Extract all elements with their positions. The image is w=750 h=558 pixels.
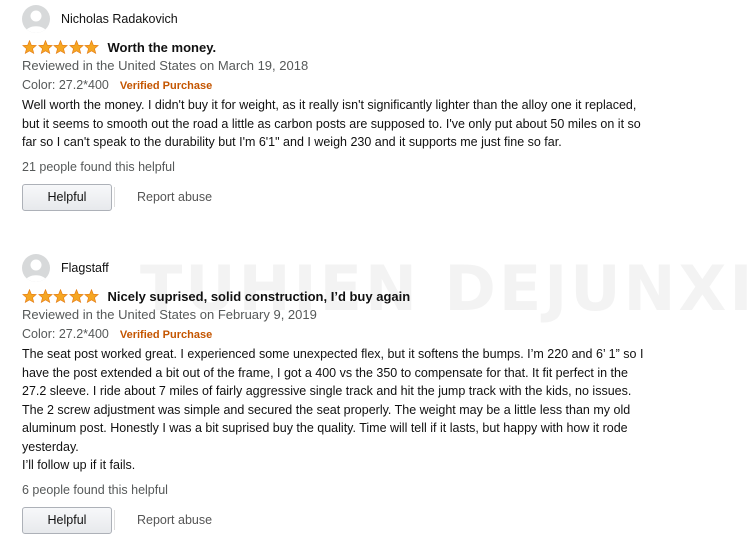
review-card: Flagstaff Nicely suprised, solid constru… [22, 253, 722, 534]
action-divider [114, 510, 115, 530]
product-format: Color: 27.2*400 [22, 327, 109, 341]
star-icon [22, 40, 37, 54]
product-format-row: Color: 27.2*400 Verified Purchase [22, 75, 722, 95]
star-icon [37, 289, 53, 303]
review-body: The seat post worked great. I experience… [22, 345, 647, 475]
star-icon [37, 40, 53, 54]
star-icon [68, 40, 84, 54]
helpful-button[interactable]: Helpful [22, 506, 112, 534]
reviewer-name: Flagstaff [61, 261, 109, 275]
helpful-count: 21 people found this helpful [22, 159, 175, 174]
review-date: Reviewed in the United States on Februar… [22, 307, 317, 322]
reviewer-profile[interactable]: Flagstaff [22, 253, 722, 283]
report-abuse-link[interactable]: Report abuse [137, 190, 212, 204]
review-headline[interactable]: Worth the money. [108, 40, 217, 55]
star-rating[interactable] [22, 289, 100, 303]
review-date: Reviewed in the United States on March 1… [22, 58, 309, 73]
star-icon [22, 289, 37, 303]
helpful-count: 6 people found this helpful [22, 482, 168, 497]
user-avatar-icon [25, 10, 47, 33]
verified-purchase-badge: Verified Purchase [119, 80, 213, 92]
helpful-button[interactable]: Helpful [22, 183, 112, 211]
reviewer-name: Nicholas Radakovich [61, 12, 178, 26]
reviewer-profile[interactable]: Nicholas Radakovich [22, 4, 722, 34]
review-paragraph: Well worth the money. I didn't buy it fo… [22, 98, 641, 149]
action-divider [114, 187, 115, 207]
report-abuse-link[interactable]: Report abuse [137, 513, 212, 527]
product-format: Color: 27.2*400 [22, 78, 109, 92]
verified-purchase-badge: Verified Purchase [119, 329, 213, 341]
avatar [22, 254, 50, 282]
review-headline[interactable]: Nicely suprised, solid construction, I’d… [108, 289, 411, 304]
star-icon [84, 40, 99, 54]
product-format-row: Color: 27.2*400 Verified Purchase [22, 324, 722, 344]
review-card: Nicholas Radakovich Worth the money. Rev… [22, 4, 722, 211]
star-icon [84, 289, 99, 303]
star-icon [53, 289, 68, 303]
review-paragraph: The seat post worked great. I experience… [22, 347, 644, 454]
user-avatar-icon [25, 259, 47, 282]
star-icon [53, 40, 68, 54]
star-icon [68, 289, 84, 303]
review-body: Well worth the money. I didn't buy it fo… [22, 96, 647, 152]
review-paragraph: I’ll follow up if it fails. [22, 458, 136, 472]
star-rating[interactable] [22, 40, 100, 54]
avatar [22, 5, 50, 33]
